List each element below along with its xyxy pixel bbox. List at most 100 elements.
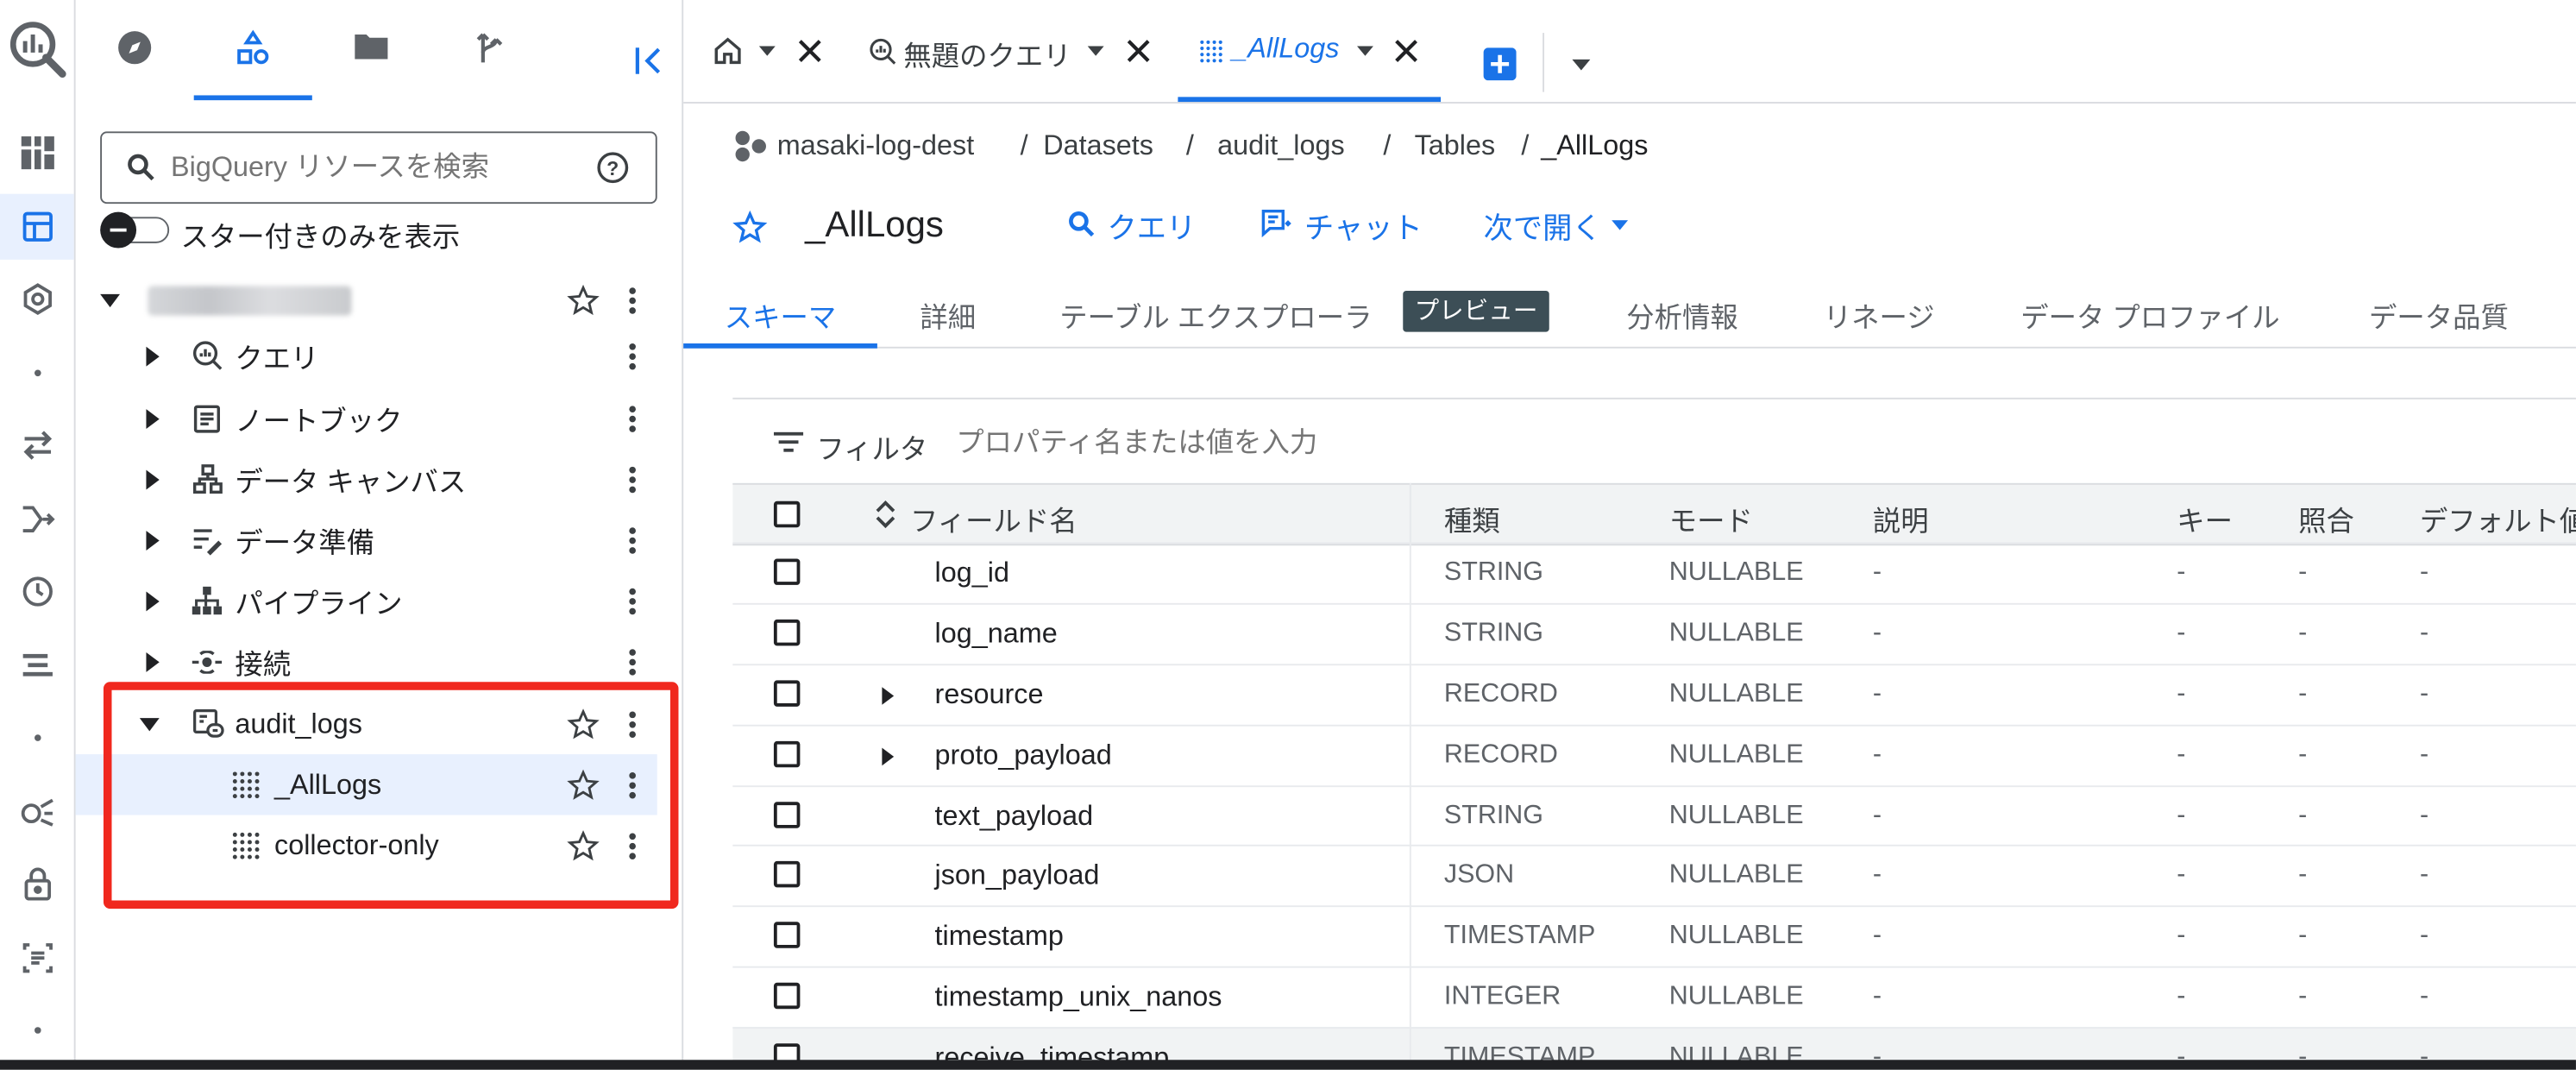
bigquery-logo-icon[interactable] <box>0 16 74 82</box>
row-checkbox[interactable] <box>773 982 801 1010</box>
close-icon[interactable] <box>1388 33 1424 69</box>
chat-button[interactable]: チャット <box>1259 204 1439 249</box>
scheduled-icon[interactable] <box>0 558 74 624</box>
expand-arrow-icon[interactable] <box>141 589 165 613</box>
tree-item-data-canvas[interactable]: データ キャンバス <box>76 449 681 509</box>
sort-icon[interactable] <box>872 496 898 532</box>
tab-repositories[interactable] <box>430 29 549 98</box>
more-options-icon[interactable] <box>623 463 643 495</box>
col-header-field[interactable]: フィールド名 <box>910 498 1078 539</box>
analytics-hub-icon[interactable] <box>0 779 74 845</box>
row-checkbox[interactable] <box>773 680 801 707</box>
tab-untitled-query[interactable]: 無題のクエリ <box>863 33 1175 92</box>
tab-home[interactable] <box>707 33 870 92</box>
more-options-icon[interactable] <box>623 584 643 617</box>
tab-files[interactable] <box>312 29 430 98</box>
tab-details[interactable]: 詳細 <box>920 294 976 354</box>
row-checkbox[interactable] <box>773 1043 801 1062</box>
collapse-arrow-icon[interactable] <box>98 288 122 312</box>
tree-item-pipelines[interactable]: パイプライン <box>76 570 681 631</box>
pipelines-icon[interactable] <box>0 487 74 552</box>
tree-item-dataset[interactable]: audit_logs <box>76 694 681 754</box>
tab-explore[interactable] <box>76 29 194 98</box>
tree-item-connections[interactable]: 接続 <box>76 631 681 691</box>
search-input[interactable] <box>167 146 585 189</box>
row-checkbox[interactable] <box>773 558 801 585</box>
new-tab-plus-icon[interactable] <box>1482 46 1518 82</box>
tab-table-explorer[interactable]: テーブル エクスプローラ <box>1059 294 1372 354</box>
expand-arrow-icon[interactable] <box>141 344 165 368</box>
expand-arrow-icon[interactable] <box>877 745 897 768</box>
more-options-icon[interactable] <box>623 645 643 677</box>
close-icon[interactable] <box>1121 33 1157 69</box>
star-icon[interactable] <box>730 207 770 247</box>
transfers-icon[interactable] <box>0 412 74 478</box>
tab-insights[interactable]: 分析情報 <box>1626 294 1737 354</box>
expand-arrow-icon[interactable] <box>877 683 897 707</box>
more-options-icon[interactable] <box>623 402 643 435</box>
help-icon[interactable]: ? <box>594 149 631 186</box>
more-options-icon[interactable] <box>623 768 643 801</box>
lock-icon[interactable] <box>0 851 74 916</box>
expand-arrow-icon[interactable] <box>141 650 165 673</box>
row-checkbox[interactable] <box>773 802 801 828</box>
tree-item-notebooks[interactable]: ノートブック <box>76 387 681 448</box>
project-row[interactable] <box>76 269 681 330</box>
more-options-icon[interactable] <box>623 339 643 372</box>
tree-item-table-selected[interactable]: _AllLogs <box>75 754 657 815</box>
jobs-icon[interactable] <box>0 633 74 698</box>
tab-table-active[interactable]: _AllLogs <box>1178 33 1442 103</box>
table-row[interactable]: timestamp TIMESTAMP NULLABLE - - - - <box>732 905 2576 967</box>
tree-item-table[interactable]: collector-only <box>76 815 681 876</box>
tree-item-queries[interactable]: クエリ <box>76 325 681 386</box>
chevron-down-icon[interactable] <box>1084 40 1108 63</box>
tab-data-profile[interactable]: データ プロファイル <box>2020 294 2279 354</box>
more-options-icon[interactable] <box>623 708 643 740</box>
hexagon-icon[interactable] <box>0 266 74 331</box>
open-with-dropdown[interactable]: 次で開く <box>1484 204 1648 249</box>
table-row[interactable]: log_name STRING NULLABLE - - - - <box>732 602 2576 665</box>
tab-data-quality[interactable]: データ品質 <box>2369 294 2509 354</box>
breadcrumb-dataset[interactable]: audit_logs <box>1217 129 1345 162</box>
table-row[interactable]: resource RECORD NULLABLE - - - - <box>732 664 2576 726</box>
tab-lineage[interactable]: リネージ <box>1824 294 1935 354</box>
table-row[interactable]: timestamp_unix_nanos INTEGER NULLABLE - … <box>732 966 2576 1029</box>
row-checkbox[interactable] <box>773 740 801 768</box>
star-icon[interactable] <box>565 828 601 864</box>
table-row[interactable]: proto_payload RECORD NULLABLE - - - - <box>732 724 2576 787</box>
filter-input[interactable] <box>952 420 1584 467</box>
select-all-checkbox[interactable] <box>773 500 801 528</box>
tabs-menu-chevron-icon[interactable] <box>1568 53 1593 76</box>
dashboard-icon[interactable] <box>0 120 74 186</box>
tab-schema[interactable]: スキーマ <box>683 289 877 349</box>
expand-arrow-icon[interactable] <box>141 468 165 491</box>
breadcrumb-tables[interactable]: Tables <box>1415 129 1496 162</box>
tree-item-data-prep[interactable]: データ準備 <box>76 509 681 570</box>
breadcrumb-datasets[interactable]: Datasets <box>1043 129 1153 162</box>
query-button[interactable]: クエリ <box>1065 204 1228 249</box>
resource-search-box[interactable]: ? <box>100 131 657 205</box>
starred-only-toggle[interactable] <box>100 211 170 249</box>
tab-classic-explorer[interactable] <box>193 29 312 101</box>
row-checkbox[interactable] <box>773 860 801 888</box>
row-checkbox[interactable] <box>773 619 801 646</box>
more-options-icon[interactable] <box>623 283 643 316</box>
table-row[interactable]: receive_timestamp TIMESTAMP NULLABLE - -… <box>732 1027 2576 1062</box>
close-icon[interactable] <box>792 33 828 69</box>
table-row[interactable]: log_id STRING NULLABLE - - - - <box>732 542 2576 604</box>
collapse-arrow-icon[interactable] <box>138 713 161 736</box>
more-options-icon[interactable] <box>623 829 643 862</box>
expand-arrow-icon[interactable] <box>141 406 165 430</box>
row-checkbox[interactable] <box>773 922 801 948</box>
star-icon[interactable] <box>565 706 601 742</box>
collapse-panel-icon[interactable] <box>631 43 667 79</box>
filter-bar[interactable]: フィルタ <box>772 420 1593 467</box>
star-icon[interactable] <box>565 766 601 802</box>
more-options-icon[interactable] <box>623 524 643 557</box>
chevron-down-icon[interactable] <box>756 40 779 63</box>
expand-arrow-icon[interactable] <box>141 528 165 551</box>
chevron-down-icon[interactable] <box>1354 40 1377 63</box>
breadcrumb-project[interactable]: masaki-log-dest <box>777 129 975 162</box>
table-row[interactable]: text_payload STRING NULLABLE - - - - <box>732 785 2576 847</box>
star-icon[interactable] <box>565 282 601 318</box>
